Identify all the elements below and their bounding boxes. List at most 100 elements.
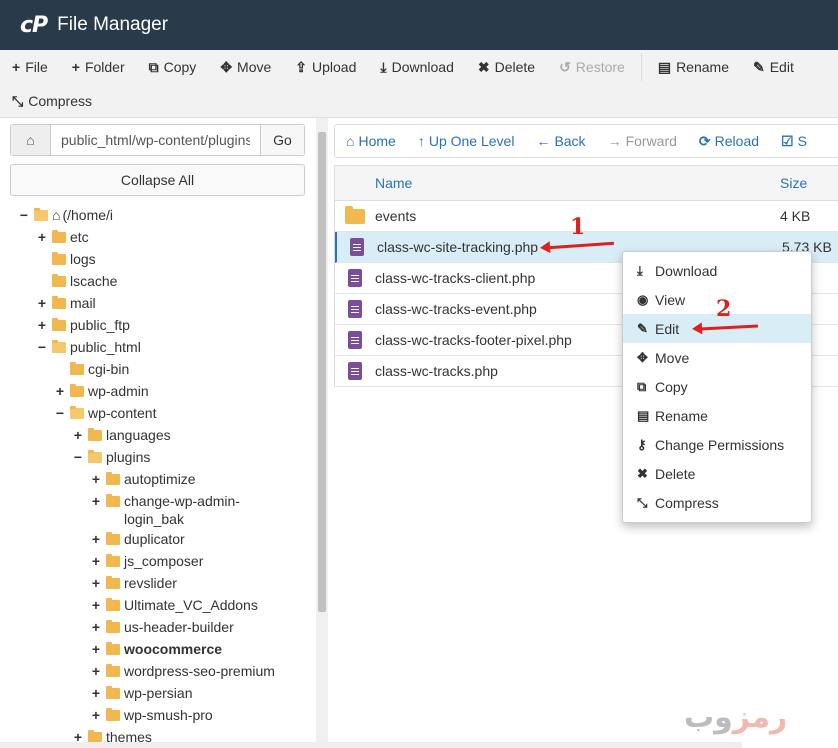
tree-item-label: public_ftp	[70, 317, 130, 333]
horizontal-scrollbar[interactable]	[0, 742, 742, 748]
tree-item[interactable]: + js_composer	[90, 552, 203, 570]
tree-item[interactable]: + autoptimize	[90, 470, 196, 488]
edit-button[interactable]: ✎ Edit	[741, 50, 806, 84]
context-menu-delete[interactable]: ✖ Delete	[623, 459, 811, 488]
file-table-header: Name Size	[335, 166, 838, 201]
tree-item[interactable]: + woocommerce	[90, 640, 222, 658]
tree-item[interactable]: + public_ftp	[36, 316, 130, 334]
tree-item[interactable]: + languages	[72, 426, 171, 444]
compress-icon: ⤡	[12, 92, 24, 109]
cpanel-logo[interactable]: cP	[20, 13, 48, 38]
tree-toggle-icon[interactable]: +	[90, 618, 102, 636]
tree-item[interactable]: − public_html	[36, 338, 141, 356]
tree-toggle-icon[interactable]: +	[90, 684, 102, 702]
tree-item-label: (/home/i	[62, 207, 114, 223]
tree-item[interactable]: + wp-smush-pro	[90, 706, 213, 724]
collapse-all-button[interactable]: Collapse All	[10, 164, 305, 196]
file-icon-cell	[335, 331, 375, 349]
tree-toggle-icon[interactable]: −	[72, 448, 84, 466]
nav-label: Forward	[625, 133, 677, 149]
reload-button[interactable]: ⟳ Reload	[688, 133, 770, 150]
s-button[interactable]: ☑ S	[770, 133, 818, 150]
context-menu-change-permissions[interactable]: ⚷ Change Permissions	[623, 430, 811, 459]
tree-item-label: change-wp-admin- login_bak	[124, 493, 240, 527]
tree-item-label: us-header-builder	[124, 619, 234, 635]
tree-item[interactable]: cgi-bin	[54, 360, 129, 378]
home-button[interactable]: ⌂ Home	[335, 133, 407, 149]
tree-toggle-icon[interactable]: +	[90, 530, 102, 548]
forward-button[interactable]: → Forward	[597, 133, 688, 149]
tree-item-label: mail	[70, 295, 96, 311]
folder-icon	[106, 472, 120, 485]
upload-button[interactable]: ⇪ Upload	[283, 50, 368, 84]
tree-toggle-icon[interactable]: +	[72, 426, 84, 444]
tree-item[interactable]: + wp-admin	[54, 382, 149, 400]
download-button[interactable]: ⤓ Download	[368, 50, 465, 84]
download-label: Download	[391, 59, 454, 75]
tree-toggle-icon[interactable]: −	[54, 404, 66, 422]
tree-toggle-icon[interactable]: −	[18, 206, 30, 224]
tree-toggle-icon[interactable]: −	[36, 338, 48, 356]
rename-button[interactable]: ▤ Rename	[646, 50, 741, 84]
context-menu-download[interactable]: ⤓ Download	[623, 256, 811, 285]
tree-item[interactable]: + duplicator	[90, 530, 185, 548]
home-icon[interactable]: ⌂	[11, 125, 51, 155]
tree-toggle-icon[interactable]: +	[90, 706, 102, 724]
tree-item[interactable]: − wp-content	[54, 404, 157, 422]
path-input[interactable]	[51, 125, 260, 155]
tree-item[interactable]: + mail	[36, 294, 96, 312]
toolbar-row-1: + File + Folder ⧉ Copy ✥ Move ⇪ Upload ⤓ Download ✖ D…	[0, 50, 806, 84]
up-one-level-button[interactable]: ↑ Up One Level	[407, 133, 526, 149]
tree-item[interactable]: − ⌂ (/home/i	[18, 206, 113, 224]
tree-toggle-icon[interactable]: +	[90, 640, 102, 658]
tree-toggle-icon[interactable]: +	[36, 294, 48, 312]
folder-button[interactable]: + Folder	[60, 50, 137, 84]
tree-item[interactable]: + Ultimate_VC_Addons	[90, 596, 258, 614]
rename-icon: ▤	[637, 407, 650, 423]
folder-icon	[106, 554, 120, 567]
tree-toggle-icon[interactable]: +	[90, 470, 102, 488]
folder-icon	[106, 686, 120, 699]
left-scrollbar-thumb[interactable]	[318, 132, 326, 612]
tree-toggle-icon[interactable]: +	[54, 382, 66, 400]
tree-item[interactable]: + wp-persian	[90, 684, 193, 702]
tree-item[interactable]: lscache	[36, 272, 117, 290]
delete-button[interactable]: ✖ Delete	[466, 50, 547, 84]
tree-toggle-icon[interactable]: +	[90, 662, 102, 680]
context-menu-label: Download	[655, 262, 718, 279]
tree-toggle-icon[interactable]: +	[36, 316, 48, 334]
tree-item-label: duplicator	[124, 531, 185, 547]
move-button[interactable]: ✥ Move	[208, 50, 283, 84]
tree-item[interactable]: + us-header-builder	[90, 618, 234, 636]
back-button[interactable]: ← Back	[525, 133, 596, 149]
tree-toggle-icon[interactable]: +	[90, 552, 102, 570]
go-button[interactable]: Go	[260, 125, 304, 155]
tree-item-label: wp-persian	[124, 685, 193, 701]
file-row[interactable]: events 4 KB	[335, 201, 838, 232]
tree-toggle-icon[interactable]: +	[90, 492, 102, 510]
tree-item[interactable]: + change-wp-admin- login_bak	[90, 492, 240, 528]
nav-label: Reload	[714, 133, 760, 149]
tree-item[interactable]: logs	[36, 250, 96, 268]
tree-item[interactable]: + etc	[36, 228, 89, 246]
tree-item[interactable]: + wordpress-seo-premium	[90, 662, 275, 680]
tree-toggle-icon[interactable]: +	[36, 228, 48, 246]
context-menu-rename[interactable]: ▤ Rename	[623, 401, 811, 430]
name-column-header[interactable]: Name	[375, 175, 780, 191]
context-menu-copy[interactable]: ⧉ Copy	[623, 372, 811, 401]
tree-item[interactable]: + revslider	[90, 574, 177, 592]
tree-item[interactable]: − plugins	[72, 448, 150, 466]
restore-button[interactable]: ↺ Restore	[547, 50, 637, 84]
file-button[interactable]: + File	[0, 50, 60, 84]
folder-icon	[106, 642, 120, 655]
upload-label: Upload	[312, 59, 357, 75]
copy-button[interactable]: ⧉ Copy	[137, 50, 209, 84]
php-file-icon	[348, 331, 362, 349]
compress-button[interactable]: ⤡ Compress	[0, 84, 104, 118]
context-menu-move[interactable]: ✥ Move	[623, 343, 811, 372]
tree-toggle-icon[interactable]: +	[90, 596, 102, 614]
tree-toggle-icon[interactable]: +	[90, 574, 102, 592]
toolbar: + File + Folder ⧉ Copy ✥ Move ⇪ Upload ⤓ Download ✖ D…	[0, 50, 838, 118]
size-column-header[interactable]: Size	[780, 175, 838, 191]
context-menu-compress[interactable]: ⤡ Compress	[623, 488, 811, 517]
